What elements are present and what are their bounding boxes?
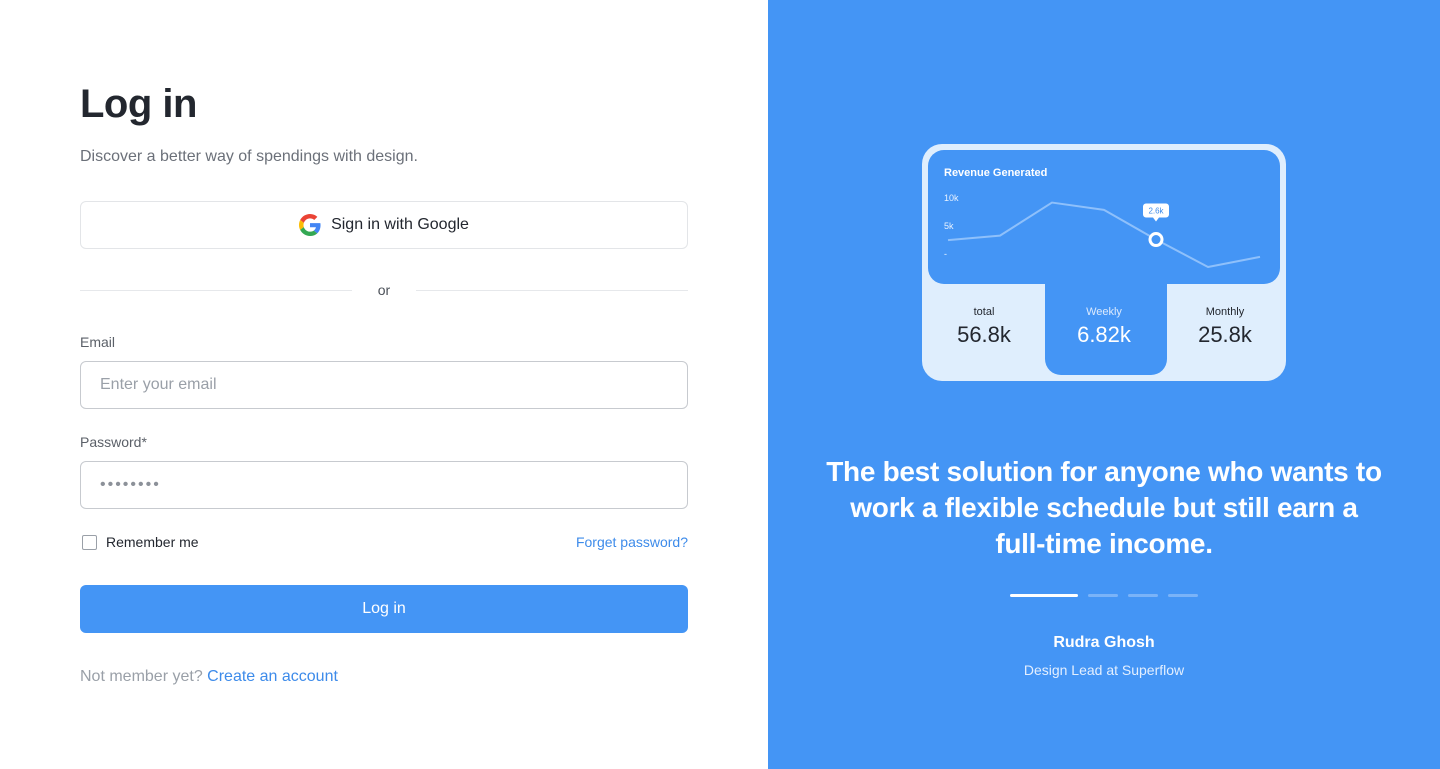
page-title: Log in <box>80 82 197 126</box>
google-signin-label: Sign in with Google <box>331 216 469 233</box>
slide-dot-3[interactable] <box>1128 594 1158 597</box>
google-signin-button[interactable]: Sign in with Google <box>80 201 688 249</box>
stat-weekly-value: 6.82k <box>1077 322 1131 347</box>
stat-monthly-label: Monthly <box>1205 306 1245 318</box>
google-icon <box>299 214 321 236</box>
revenue-line <box>947 201 1261 268</box>
promo-panel: Revenue Generated 10k 5k -2.6k total 56.8k… <box>768 0 1440 769</box>
y-tick-label: - <box>944 249 947 259</box>
testimonial-quote: The best solution for anyone who wants t… <box>826 456 1382 559</box>
signup-prompt-text: Not member yet? <box>80 668 203 685</box>
tooltip-label: 2.6k <box>1148 207 1164 216</box>
page-subtitle: Discover a better way of spendings with … <box>80 148 418 165</box>
revenue-chart: Revenue Generated 10k 5k -2.6k <box>928 150 1280 284</box>
or-divider: or <box>80 282 688 300</box>
email-field[interactable] <box>80 361 688 409</box>
divider-line-right <box>416 290 688 291</box>
stat-total-label: total <box>973 306 995 318</box>
remember-me[interactable]: Remember me <box>82 534 199 550</box>
remember-label: Remember me <box>106 534 199 550</box>
slide-dot-1[interactable] <box>1010 594 1078 597</box>
testimonial-author: Rudra Ghosh <box>1053 634 1155 651</box>
create-account-link[interactable]: Create an account <box>207 668 338 685</box>
password-label: Password* <box>80 434 147 450</box>
highlight-point[interactable] <box>1148 232 1164 248</box>
chart-plot: 10k 5k - 2.6k <box>944 193 1261 268</box>
slide-indicator <box>1010 594 1198 597</box>
slide-dot-4[interactable] <box>1168 594 1198 597</box>
stat-monthly-value: 25.8k <box>1198 322 1252 347</box>
y-tick-label: 5k <box>944 221 954 231</box>
remember-checkbox[interactable] <box>82 534 97 550</box>
testimonial-role: Design Lead at Superflow <box>1023 662 1185 678</box>
password-field[interactable] <box>80 461 688 509</box>
email-label: Email <box>80 334 116 350</box>
signup-prompt: Not member yet? Create an account <box>80 668 338 686</box>
stat-total-value: 56.8k <box>957 322 1011 347</box>
y-tick-label: 10k <box>944 193 959 203</box>
login-panel: Log in Discover a better way of spending… <box>0 0 768 769</box>
login-button[interactable]: Log in <box>80 585 688 633</box>
stat-weekly-label: Weekly <box>1086 306 1122 318</box>
forgot-password-link[interactable]: Forget password? <box>576 534 688 550</box>
slide-dot-2[interactable] <box>1088 594 1118 597</box>
